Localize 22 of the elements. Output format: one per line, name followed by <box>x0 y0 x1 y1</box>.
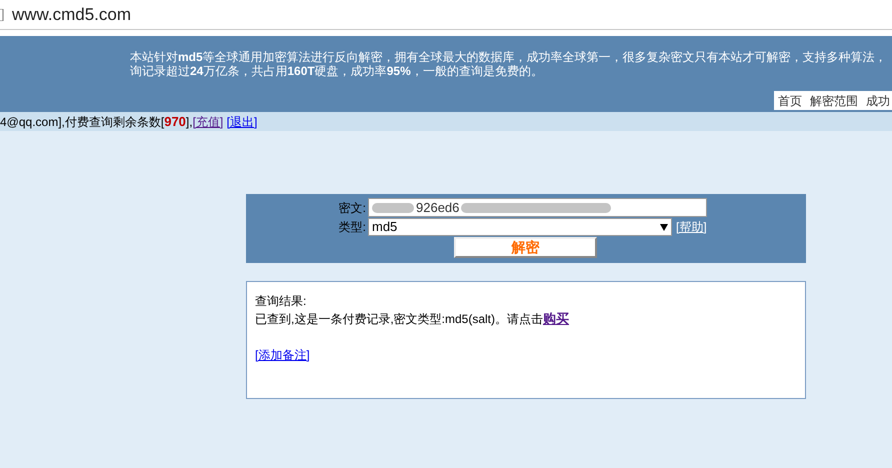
account-status-text: 4@qq.com],付费查询剩余条数[970],[充值] [退出] <box>0 112 258 131</box>
result-title: 查询结果: <box>255 293 306 310</box>
cipher-value: 926ed6 <box>416 199 460 216</box>
account-link[interactable]: [充值] <box>192 114 224 129</box>
nav-link[interactable]: 解密范围 <box>810 92 858 110</box>
header-text: 本站针对md5等全球通用加密算法进行反向解密，拥有全球最大的数据库，成功率全球第一，很多复杂密文只有本站才可解密，支持多种算法， <box>130 50 887 64</box>
nav-link[interactable]: 成功 <box>866 92 890 110</box>
page-icon <box>0 8 4 20</box>
address-bar-url[interactable]: www.cmd5.com <box>12 2 132 28</box>
result-message: 已查到,这是一条付费记录,密文类型:md5(salt)。请点击购买 <box>255 310 570 328</box>
buy-link[interactable]: 购买 <box>543 311 570 326</box>
account-link[interactable]: [退出] <box>226 114 258 129</box>
header-text: 询记录超过24万亿条，共占用160T硬盘，成功率95%，一般的查询是免费的。 <box>130 64 543 78</box>
cipher-label: 密文: <box>338 200 367 216</box>
type-select[interactable]: md5 <box>368 218 672 236</box>
nav-link[interactable]: 首页 <box>778 92 802 110</box>
add-note-link[interactable]: [添加备注] <box>255 348 310 362</box>
cipher-input[interactable]: 926ed6 <box>368 198 707 217</box>
redaction-mark <box>372 202 414 212</box>
type-label: 类型: <box>338 219 367 236</box>
dropdown-arrow-icon <box>660 224 668 230</box>
help-link[interactable]: [帮助] <box>676 218 707 236</box>
